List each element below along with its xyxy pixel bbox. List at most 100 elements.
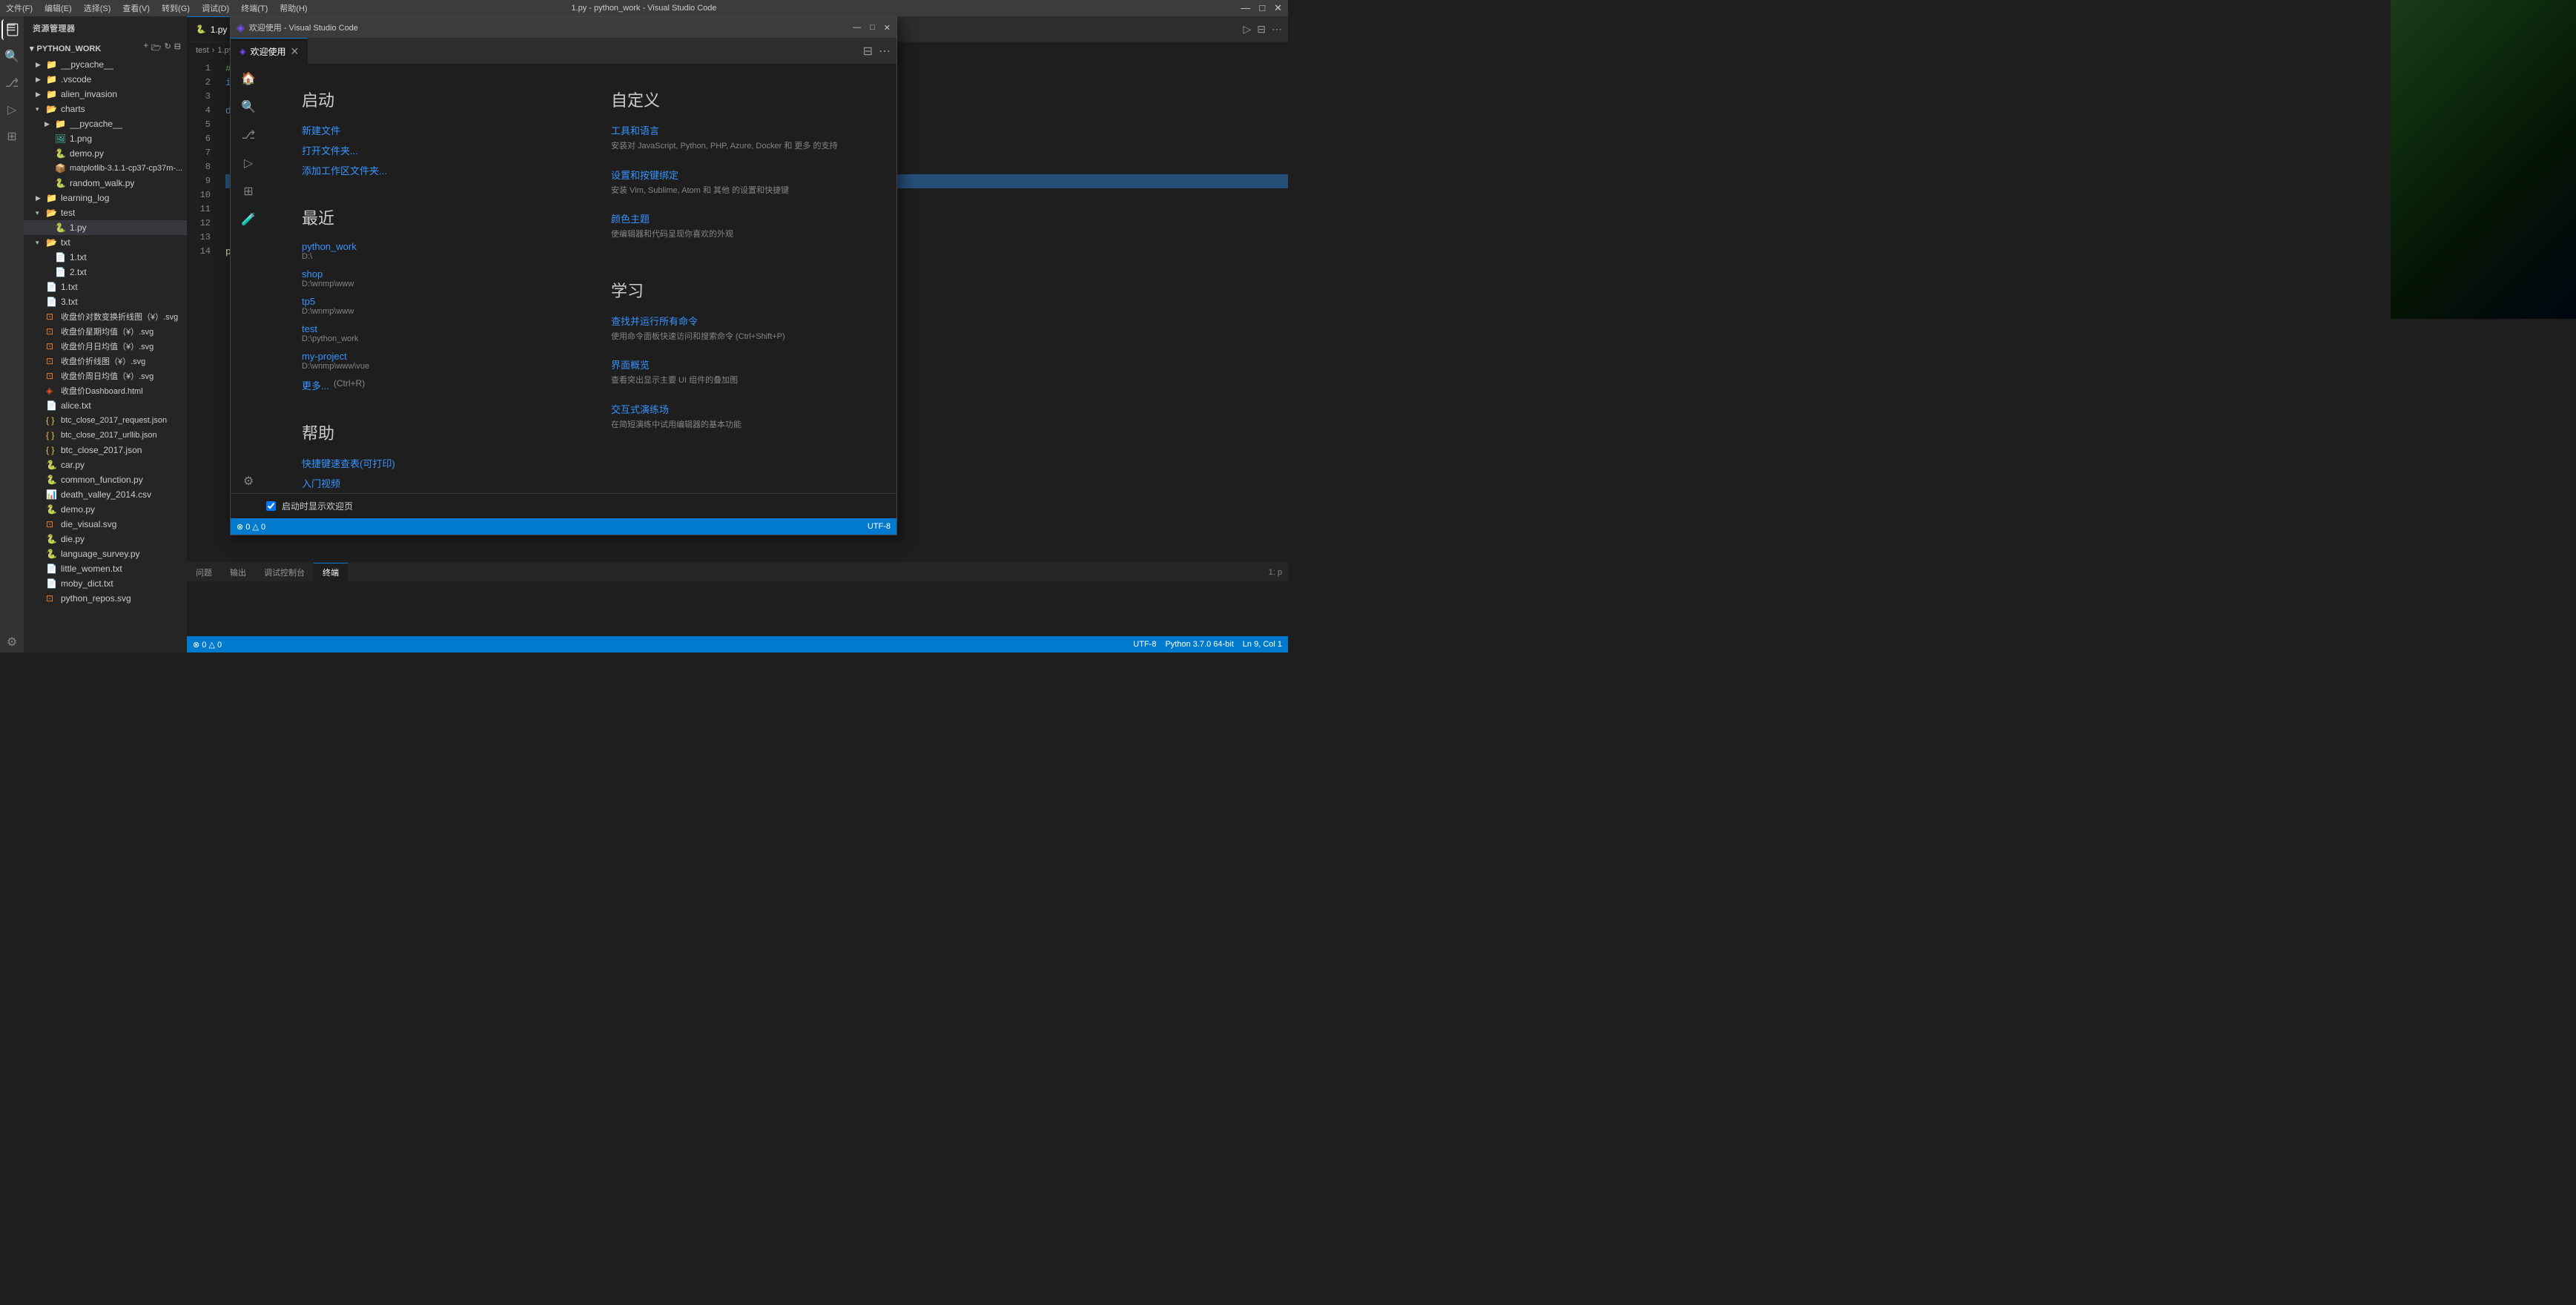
menu-view[interactable]: 查看(V) [122, 2, 150, 14]
settings-icon[interactable]: ⚙ [1, 632, 22, 652]
status-errors[interactable]: ⊗ 0 △ 0 [193, 640, 222, 650]
sidebar-item-json1[interactable]: { }btc_close_2017_request.json [24, 413, 187, 428]
learn-link-1[interactable]: 界面概览 [611, 357, 861, 371]
sidebar-item-test[interactable]: ▾📂test [24, 205, 187, 220]
panel-tab-debug[interactable]: 调试控制台 [255, 563, 314, 581]
new-folder-icon[interactable]: 🗁 [151, 42, 162, 56]
sidebar-item-svg5[interactable]: ⊡收盘价周日均值（¥）.svg [24, 369, 187, 383]
welcome-status-utf8[interactable]: UTF-8 [868, 522, 891, 531]
menu-terminal[interactable]: 终端(T) [241, 2, 268, 14]
minimize-button[interactable]: — [1241, 2, 1250, 14]
recent-name-1[interactable]: shop [302, 268, 552, 280]
sidebar-item-alice[interactable]: 📄alice.txt [24, 398, 187, 413]
sidebar-item-demopy[interactable]: 🐍demo.py [24, 146, 187, 161]
panel-tab-problems[interactable]: 问题 [187, 563, 221, 581]
welcome-flask-icon[interactable]: 🧪 [237, 208, 260, 231]
sidebar-item-learninglog[interactable]: ▶📁learning_log [24, 191, 187, 205]
sidebar-item-3txt[interactable]: 📄3.txt [24, 294, 187, 309]
sidebar-item-diepy[interactable]: 🐍die.py [24, 532, 187, 546]
debug-icon[interactable]: ▷ [1, 99, 22, 120]
close-button[interactable]: ✕ [1274, 2, 1282, 14]
sidebar-item-1png[interactable]: 🖼1.png [24, 131, 187, 146]
sidebar-item-demo[interactable]: 🐍demo.py [24, 502, 187, 517]
sidebar-item-moby[interactable]: 📄moby_dict.txt [24, 576, 187, 591]
panel-tab-output[interactable]: 输出 [221, 563, 255, 581]
sidebar-item-svg3[interactable]: ⊡收盘价月日均值（¥）.svg [24, 339, 187, 354]
menu-debug[interactable]: 调试(D) [202, 2, 229, 14]
sidebar-item-alien-invasion[interactable]: ▶📁alien_invasion [24, 87, 187, 102]
more-recent-link[interactable]: 更多... [302, 378, 329, 392]
show-welcome-label[interactable]: 启动时显示欢迎页 [282, 500, 353, 512]
menu-select[interactable]: 选择(S) [84, 2, 111, 14]
source-control-icon[interactable]: ⎇ [1, 73, 22, 93]
panel-tab-terminal[interactable]: 终端 [314, 563, 348, 581]
sidebar-item-matplotlib[interactable]: 📦matplotlib-3.1.1-cp37-cp37m-... [24, 161, 187, 176]
add-workspace-link[interactable]: 添加工作区文件夹... [302, 163, 552, 177]
sidebar-item-python-repos[interactable]: ⊡python_repos.svg [24, 591, 187, 606]
menu-edit[interactable]: 编辑(E) [44, 2, 72, 14]
more-actions-button[interactable]: ⋯ [1272, 23, 1282, 36]
welcome-close-button[interactable]: ✕ [884, 23, 891, 33]
sidebar-item-csv[interactable]: 📊death_valley_2014.csv [24, 487, 187, 502]
sidebar-item-dashboard[interactable]: ◈收盘价Dashboard.html [24, 383, 187, 398]
status-encoding[interactable]: UTF-8 [1133, 640, 1156, 649]
welcome-debug-icon[interactable]: ▷ [237, 151, 260, 175]
sidebar-item-language[interactable]: 🐍language_survey.py [24, 546, 187, 561]
sidebar-item-pycache[interactable]: ▶📁__pycache__ [24, 57, 187, 72]
welcome-git-icon[interactable]: ⎇ [237, 123, 260, 147]
sidebar-item-little[interactable]: 📄little_women.txt [24, 561, 187, 576]
welcome-search-icon[interactable]: 🔍 [237, 95, 260, 119]
welcome-tab-close[interactable]: ✕ [290, 45, 299, 58]
sidebar-item-charts-pycache[interactable]: ▶📁__pycache__ [24, 116, 187, 131]
sidebar-item-1py[interactable]: 🐍1.py [24, 220, 187, 235]
sidebar-item-randomwalk[interactable]: 🐍random_walk.py [24, 176, 187, 191]
sidebar-item-die-visual[interactable]: ⊡die_visual.svg [24, 517, 187, 532]
sidebar-item-json2[interactable]: { }btc_close_2017_urllib.json [24, 428, 187, 443]
sidebar-item-svg4[interactable]: ⊡收盘价折线图（¥）.svg [24, 354, 187, 369]
sidebar-item-charts[interactable]: ▾📂charts [24, 102, 187, 116]
sidebar-item-1txt-inner[interactable]: 📄1.txt [24, 250, 187, 265]
menu-help[interactable]: 帮助(H) [280, 2, 307, 14]
help-shortcuts-link[interactable]: 快捷键速查表(可打印) [302, 456, 552, 470]
sidebar-item-vscode[interactable]: ▶📁.vscode [24, 72, 187, 87]
welcome-minimize-button[interactable]: — [853, 23, 861, 33]
run-button[interactable]: ▷ [1243, 23, 1251, 36]
show-welcome-checkbox[interactable] [266, 501, 276, 511]
welcome-settings-icon[interactable]: ⚙ [237, 469, 260, 493]
customize-link-1[interactable]: 设置和按键绑定 [611, 168, 861, 182]
new-file-link[interactable]: 新建文件 [302, 123, 552, 137]
status-python[interactable]: Python 3.7.0 64-bit [1165, 640, 1233, 649]
open-folder-link[interactable]: 打开文件夹... [302, 143, 552, 157]
welcome-tab[interactable]: ◈ 欢迎使用 ✕ [231, 38, 308, 64]
welcome-maximize-button[interactable]: □ [870, 23, 875, 33]
sidebar-item-carpy[interactable]: 🐍car.py [24, 457, 187, 472]
search-icon[interactable]: 🔍 [1, 46, 22, 67]
split-editor-button[interactable]: ⊟ [1257, 23, 1266, 36]
welcome-split-icon[interactable]: ⊟ [863, 44, 873, 59]
recent-name-0[interactable]: python_work [302, 241, 552, 252]
sidebar-item-2txt[interactable]: 📄2.txt [24, 265, 187, 280]
explorer-icon[interactable] [1, 19, 22, 40]
new-file-icon[interactable]: + [143, 42, 148, 56]
breadcrumb-test[interactable]: test [196, 46, 209, 55]
welcome-home-icon[interactable]: 🏠 [237, 67, 260, 90]
menu-file[interactable]: 文件(F) [6, 2, 33, 14]
customize-link-2[interactable]: 颜色主题 [611, 211, 861, 225]
recent-name-4[interactable]: my-project [302, 351, 552, 362]
customize-link-0[interactable]: 工具和语言 [611, 123, 861, 137]
sidebar-item-1txt[interactable]: 📄1.txt [24, 280, 187, 294]
learn-link-0[interactable]: 查找并运行所有命令 [611, 314, 861, 328]
recent-name-2[interactable]: tp5 [302, 296, 552, 307]
menu-goto[interactable]: 转到(G) [162, 2, 190, 14]
sidebar-item-common[interactable]: 🐍common_function.py [24, 472, 187, 487]
welcome-status-errors[interactable]: ⊗ 0 △ 0 [237, 522, 265, 532]
maximize-button[interactable]: □ [1259, 2, 1265, 14]
sidebar-item-txt[interactable]: ▾📂txt [24, 235, 187, 250]
status-position[interactable]: Ln 9, Col 1 [1243, 640, 1282, 649]
refresh-icon[interactable]: ↻ [165, 42, 171, 56]
help-videos-link[interactable]: 入门视频 [302, 476, 552, 490]
welcome-more-icon[interactable]: ⋯ [879, 44, 891, 59]
sidebar-item-svg1[interactable]: ⊡收盘价对数变换折线图（¥）.svg [24, 309, 187, 324]
recent-name-3[interactable]: test [302, 323, 552, 334]
sidebar-item-json3[interactable]: { }btc_close_2017.json [24, 443, 187, 457]
